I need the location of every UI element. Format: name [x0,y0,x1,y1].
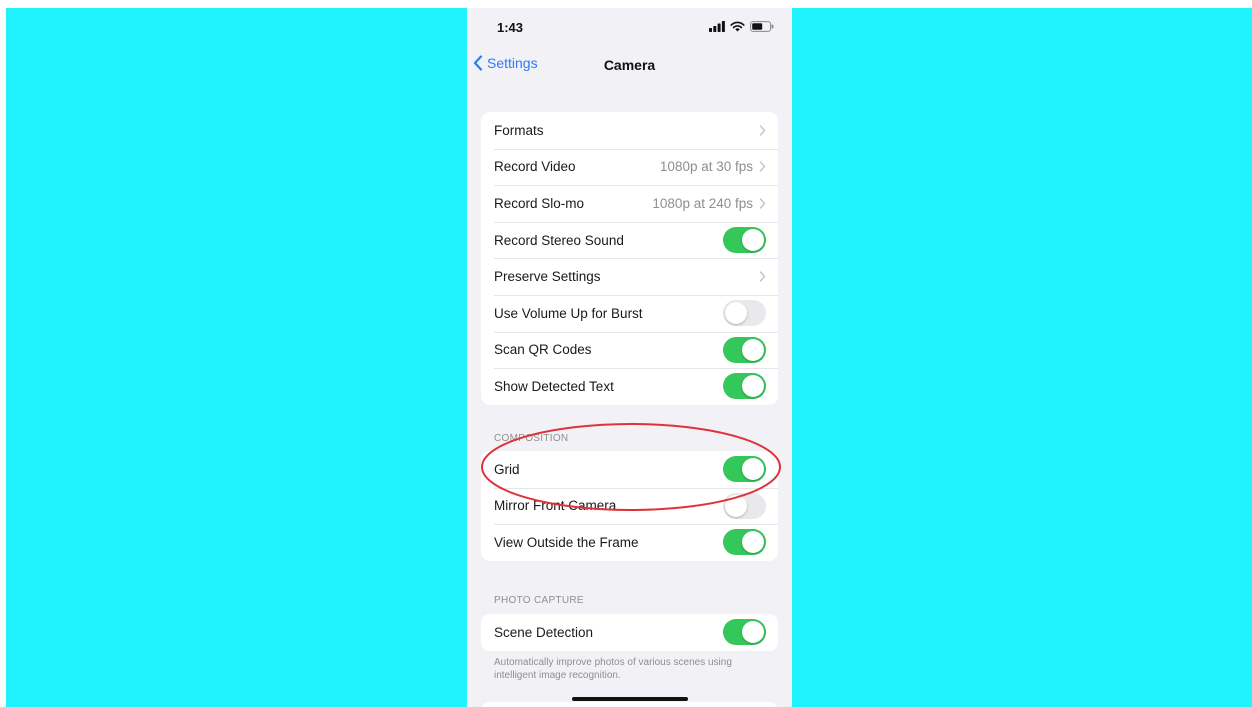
toggle-knob [725,302,747,325]
home-indicator [572,697,688,701]
row-label: Mirror Front Camera [494,498,617,514]
toggle-knob [742,229,764,252]
row-label: Formats [494,122,544,138]
row-label: Record Stereo Sound [494,232,624,248]
status-bar: 1:43 [467,8,792,48]
record-stereo-sound-toggle[interactable] [723,227,766,254]
scene-detection-row: Scene Detection [481,614,778,651]
show-detected-text-toggle[interactable] [723,373,766,400]
row-label: Record Slo-mo [494,195,585,211]
wifi-icon [730,21,745,32]
preserve-settings-row[interactable]: Preserve Settings [481,258,778,295]
chevron-right-icon [759,271,766,282]
toggle-knob [742,621,764,644]
row-value: 1080p at 240 fps [652,195,753,211]
settings-group-photo-capture: Scene Detection [481,614,778,651]
row-label: Preserve Settings [494,269,601,285]
cellular-signal-icon [709,21,725,32]
grid-row: Grid [481,451,778,488]
record-stereo-sound-row: Record Stereo Sound [481,221,778,259]
grid-toggle[interactable] [723,456,766,483]
volume-up-burst-row: Use Volume Up for Burst [481,294,778,332]
navigation-bar: Settings Camera [467,52,792,82]
row-label: Show Detected Text [494,378,614,394]
status-icons [709,21,774,32]
chevron-right-icon [759,125,766,136]
view-outside-frame-row: View Outside the Frame [481,524,778,561]
chevron-right-icon [759,198,766,209]
scan-qr-codes-toggle[interactable] [723,336,766,363]
row-label: View Outside the Frame [494,534,639,550]
mirror-front-camera-toggle[interactable] [723,492,766,519]
toggle-knob [725,494,747,517]
volume-up-burst-toggle[interactable] [723,300,766,327]
row-label: Grid [494,461,520,477]
battery-icon [750,21,774,32]
status-time: 1:43 [497,20,524,35]
row-label: Record Video [494,159,576,175]
toggle-knob [742,458,764,481]
next-group-peek [481,702,778,707]
photo-capture-section-header: PHOTO CAPTURE [494,595,584,606]
chevron-right-icon [759,161,766,173]
phone-screen: 1:43 Settings Camera Formats Record Vide… [467,8,792,707]
row-value: 1080p at 30 fps [659,159,753,175]
toggle-knob [742,375,764,398]
row-label: Scene Detection [494,624,594,640]
toggle-knob [742,531,764,554]
record-slo-mo-row[interactable]: Record Slo-mo 1080p at 240 fps [481,185,778,222]
mirror-front-camera-row: Mirror Front Camera [481,487,778,525]
page-title: Camera [603,57,656,73]
settings-group-composition: Grid Mirror Front Camera View Outside th… [481,451,778,561]
row-label: Use Volume Up for Burst [494,305,643,321]
scene-detection-footer: Automatically improve photos of various … [494,657,732,681]
row-label: Scan QR Codes [494,342,592,358]
settings-group-main: Formats Record Video 1080p at 30 fps Rec… [481,112,778,405]
show-detected-text-row: Show Detected Text [481,368,778,405]
toggle-knob [742,338,764,361]
view-outside-frame-toggle[interactable] [723,529,766,556]
scene-detection-toggle[interactable] [723,619,766,646]
formats-row[interactable]: Formats [481,112,778,149]
scan-qr-codes-row: Scan QR Codes [481,331,778,369]
record-video-row[interactable]: Record Video 1080p at 30 fps [481,148,778,186]
composition-section-header: COMPOSITION [494,433,569,444]
